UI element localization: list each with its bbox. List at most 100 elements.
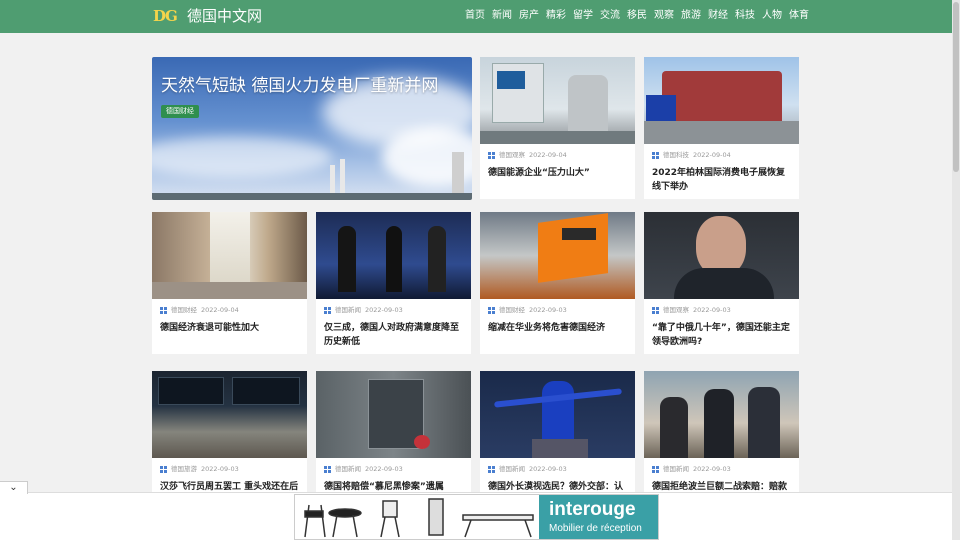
category-grid-icon <box>324 465 331 473</box>
page-scrollbar[interactable] <box>952 0 960 540</box>
article-card[interactable]: 德国财经 2022-09-04 德国经济衰退可能性加大 <box>152 212 307 354</box>
uniper-logo-block <box>497 71 525 89</box>
nav-item-home[interactable]: 首页 <box>465 9 492 23</box>
article-thumbnail[interactable] <box>644 212 799 299</box>
article-thumbnail[interactable] <box>644 57 799 144</box>
article-thumbnail[interactable] <box>480 212 635 299</box>
kuka-sign <box>562 228 596 240</box>
article-category[interactable]: 德国科技 <box>663 150 689 160</box>
article-meta: 德国科技 2022-09-04 <box>652 150 731 160</box>
ad-banner[interactable]: interouge Mobilier de réception <box>294 494 659 540</box>
article-category[interactable]: 德国新闻 <box>499 464 525 474</box>
article-card[interactable]: 德国观察 2022-09-04 德国能源企业“压力山大” <box>480 57 635 199</box>
article-card[interactable]: 德国旅游 2022-09-03 汉莎飞行员周五罢工 重头戏还在后 <box>152 371 307 496</box>
plaza <box>644 121 799 144</box>
person-silhouette <box>660 397 688 458</box>
article-card[interactable]: 德国新闻 2022-09-03 仅三成，德国人对政府满意度降至历史新低 <box>316 212 471 354</box>
nav-item-finance[interactable]: 财经 <box>708 9 735 23</box>
nav-item-travel[interactable]: 旅游 <box>681 9 708 23</box>
article-thumbnail[interactable] <box>480 57 635 144</box>
chevron-down-icon: ⌄ <box>9 482 18 493</box>
article-category[interactable]: 德国观察 <box>663 305 689 315</box>
lectern <box>532 439 588 458</box>
article-meta: 德国观察 2022-09-03 <box>652 305 731 315</box>
article-meta: 德国财经 2022-09-04 <box>160 305 239 315</box>
category-grid-icon <box>488 306 495 314</box>
article-meta: 德国观察 2022-09-04 <box>488 150 567 160</box>
hero-title[interactable]: 天然气短缺 德国火力发电厂重新并网 <box>161 75 438 97</box>
article-card[interactable]: 德国观察 2022-09-03 “靠了中俄几十年”，德国还能主定领导欧洲吗? <box>644 212 799 354</box>
nav-item-tech[interactable]: 科技 <box>735 9 762 23</box>
article-thumbnail[interactable] <box>152 371 307 458</box>
article-category[interactable]: 德国观察 <box>499 150 525 160</box>
site-logo[interactable]: DG <box>153 7 178 26</box>
article-card[interactable]: 德国科技 2022-09-04 2022年柏林国际消费电子展恢复线下举办 <box>644 57 799 199</box>
cooling-tower <box>568 75 608 137</box>
article-category[interactable]: 德国新闻 <box>335 305 361 315</box>
article-thumbnail[interactable] <box>316 371 471 458</box>
memorial-flowers <box>414 435 430 449</box>
nav-item-realestate[interactable]: 房产 <box>519 9 546 23</box>
ad-collapse-button[interactable]: ⌄ <box>0 481 28 494</box>
departure-board <box>158 377 224 405</box>
main-nav: 首页 新闻 房产 精彩 留学 交流 移民 观察 旅游 财经 科技 人物 体育 <box>465 9 816 23</box>
article-date: 2022-09-03 <box>529 465 567 473</box>
nav-item-featured[interactable]: 精彩 <box>546 9 573 23</box>
article-title[interactable]: “靠了中俄几十年”，德国还能主定领导欧洲吗? <box>652 321 792 349</box>
person-silhouette <box>704 389 734 458</box>
pavement <box>152 282 307 299</box>
ad-furniture-image <box>304 498 534 538</box>
nav-item-immigration[interactable]: 移民 <box>627 9 654 23</box>
category-grid-icon <box>488 465 495 473</box>
person-silhouette <box>748 387 780 458</box>
article-thumbnail[interactable] <box>480 371 635 458</box>
article-thumbnail[interactable] <box>316 212 471 299</box>
article-category[interactable]: 德国财经 <box>171 305 197 315</box>
article-thumbnail[interactable] <box>644 371 799 458</box>
nav-item-exchange[interactable]: 交流 <box>600 9 627 23</box>
nav-item-observation[interactable]: 观察 <box>654 9 681 23</box>
speaker-figure <box>542 381 574 441</box>
article-category[interactable]: 德国新闻 <box>663 464 689 474</box>
departure-board <box>232 377 300 405</box>
ad-subtitle: Mobilier de réception <box>549 523 642 534</box>
kuka-booth <box>538 213 608 283</box>
article-card[interactable]: 德国新闻 2022-09-03 德国拒绝波兰巨额二战索赔：赔款 <box>644 371 799 496</box>
article-title[interactable]: 德国能源企业“压力山大” <box>488 166 628 180</box>
category-grid-icon <box>652 465 659 473</box>
article-card[interactable]: 德国新闻 2022-09-03 德国将赔偿“慕尼黑惨案”遗属 <box>316 371 471 496</box>
nav-item-study[interactable]: 留学 <box>573 9 600 23</box>
article-title[interactable]: 缩减在华业务将危害德国经济 <box>488 321 628 335</box>
nav-item-people[interactable]: 人物 <box>762 9 789 23</box>
hero-article[interactable]: 天然气短缺 德国火力发电厂重新并网 德国财经 <box>152 57 472 200</box>
article-date: 2022-09-03 <box>529 306 567 314</box>
article-meta: 德国新闻 2022-09-03 <box>652 464 731 474</box>
nav-item-sports[interactable]: 体育 <box>789 9 816 23</box>
nav-item-news[interactable]: 新闻 <box>492 9 519 23</box>
article-meta: 德国新闻 2022-09-03 <box>488 464 567 474</box>
hero-category-tag[interactable]: 德国财经 <box>161 105 199 118</box>
article-category[interactable]: 德国旅游 <box>171 464 197 474</box>
scrollbar-thumb[interactable] <box>953 2 959 172</box>
article-date: 2022-09-04 <box>693 151 731 159</box>
category-grid-icon <box>160 465 167 473</box>
article-date: 2022-09-03 <box>201 465 239 473</box>
article-category[interactable]: 德国新闻 <box>335 464 361 474</box>
category-grid-icon <box>652 151 659 159</box>
category-grid-icon <box>652 306 659 314</box>
ad-brand-panel[interactable]: interouge Mobilier de réception <box>539 495 658 539</box>
article-title[interactable]: 2022年柏林国际消费电子展恢复线下举办 <box>652 166 792 194</box>
ad-brand: interouge <box>549 499 636 520</box>
category-grid-icon <box>160 306 167 314</box>
article-title[interactable]: 德国经济衰退可能性加大 <box>160 321 300 335</box>
article-card[interactable]: 德国新闻 2022-09-03 德国外长漠视选民？德外交部：认 <box>480 371 635 496</box>
article-card[interactable]: 德国财经 2022-09-03 缩减在华业务将危害德国经济 <box>480 212 635 354</box>
article-category[interactable]: 德国财经 <box>499 305 525 315</box>
article-meta: 德国财经 2022-09-03 <box>488 305 567 315</box>
article-title[interactable]: 仅三成，德国人对政府满意度降至历史新低 <box>324 321 464 349</box>
article-date: 2022-09-03 <box>365 306 403 314</box>
site-title[interactable]: 德国中文网 <box>187 6 262 26</box>
article-date: 2022-09-04 <box>201 306 239 314</box>
article-thumbnail[interactable] <box>152 212 307 299</box>
article-meta: 德国新闻 2022-09-03 <box>324 464 403 474</box>
